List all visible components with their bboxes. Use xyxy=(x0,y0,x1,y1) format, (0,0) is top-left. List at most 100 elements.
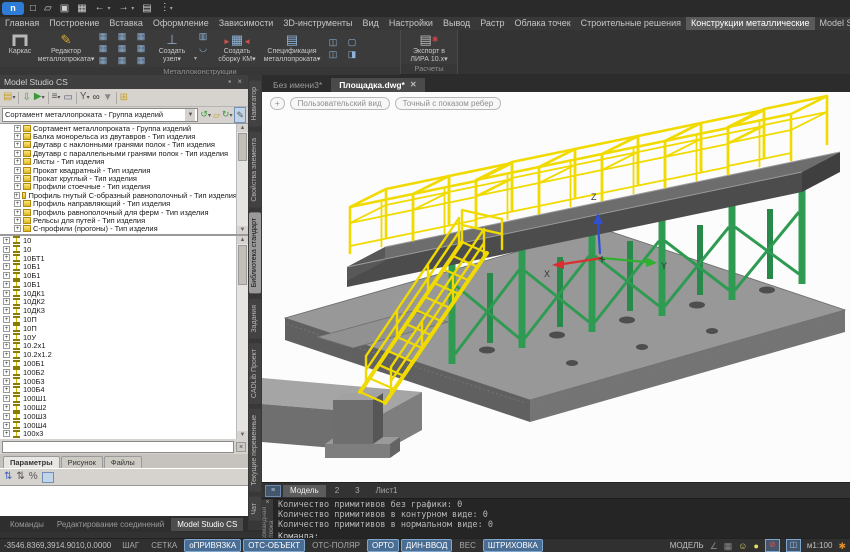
node-tool-icon[interactable]: ▥ xyxy=(194,31,212,42)
edit-mode-icon[interactable]: ✎ xyxy=(234,107,246,123)
funnel-filter-icon[interactable]: ▼ xyxy=(103,91,113,105)
side-tab[interactable]: Навигатор xyxy=(249,81,261,127)
expand-icon[interactable]: + xyxy=(14,158,21,165)
expand-icon[interactable]: + xyxy=(3,378,10,385)
ribbon-tab[interactable]: 3D-инструменты xyxy=(278,17,357,30)
profile-item[interactable]: + 10П xyxy=(0,315,237,324)
dock-tab[interactable]: Model Studio CS xyxy=(171,518,243,531)
profile-item[interactable]: + 10Б1 xyxy=(0,271,237,280)
profile-item[interactable]: + 10ДК2 xyxy=(0,298,237,307)
status-toggle[interactable]: ОТС-ОБЪЕКТ xyxy=(243,539,305,552)
beam-icon[interactable]: ▦ xyxy=(132,31,150,42)
panel-tab[interactable]: Рисунок xyxy=(61,456,103,468)
profile-item[interactable]: + 10П xyxy=(0,324,237,333)
expand-icon[interactable]: + xyxy=(3,254,10,261)
tree-item[interactable]: + С-профили (прогоны) - Тип изделия xyxy=(0,225,237,233)
profile-item[interactable]: + 10Б1 xyxy=(0,280,237,289)
pan-hand-icon[interactable]: ✱ xyxy=(838,540,846,552)
side-tab[interactable]: CADLib Проект xyxy=(249,343,261,404)
expand-icon[interactable]: + xyxy=(14,167,21,174)
expand-icon[interactable]: + xyxy=(3,422,10,429)
beam-icon[interactable]: ▦ xyxy=(113,43,131,54)
profile-item[interactable]: + 100Б4 xyxy=(0,386,237,395)
visual-style-control[interactable]: Точный с показом ребер xyxy=(395,97,502,110)
profile-item[interactable]: + 100х3 xyxy=(0,430,237,439)
ribbon-tab[interactable]: Главная xyxy=(0,17,44,30)
expand-icon[interactable]: + xyxy=(3,395,10,402)
ribbon-tab[interactable]: Вид xyxy=(358,17,384,30)
save-file-icon[interactable]: ▣ xyxy=(58,2,71,15)
side-tab[interactable]: Библиотека стандарт xyxy=(249,212,261,293)
close-icon[interactable]: × xyxy=(265,499,269,506)
ribbon-tab[interactable]: Оформление xyxy=(148,17,214,30)
metal-spec-button[interactable]: ▤ Спецификация металлопроката▾ xyxy=(262,31,322,66)
beam-icon[interactable]: ▦ xyxy=(94,31,112,42)
profile-item[interactable]: + 10Б1 xyxy=(0,262,237,271)
expand-icon[interactable]: + xyxy=(3,404,10,411)
viewport-expand-control[interactable]: + xyxy=(270,97,285,110)
monitor-icon[interactable]: ▦ xyxy=(724,540,733,552)
expand-icon[interactable]: + xyxy=(14,125,21,132)
model-space-label[interactable]: МОДЕЛЬ xyxy=(670,541,704,550)
expand-icon[interactable]: + xyxy=(3,413,10,420)
beam-icon[interactable]: ▦ xyxy=(94,43,112,54)
panel-tab[interactable]: Файлы xyxy=(104,456,142,468)
layout-tab[interactable]: Модель xyxy=(283,485,326,497)
beam-icon[interactable]: ▦ xyxy=(132,55,150,66)
expand-icon[interactable]: + xyxy=(14,200,21,207)
lightbulb-icon[interactable]: ● xyxy=(753,540,758,552)
expand-icon[interactable]: + xyxy=(3,263,10,270)
beam-icon[interactable]: ▦ xyxy=(132,43,150,54)
app-logo-icon[interactable]: n xyxy=(2,2,24,15)
frame-view-icon[interactable]: ◫ xyxy=(324,37,342,48)
expand-icon[interactable]: + xyxy=(3,298,10,305)
dock-tab[interactable]: Редактирование соединений xyxy=(51,518,170,531)
profile-item[interactable]: + 10 xyxy=(0,236,237,245)
side-tab[interactable]: Задания xyxy=(249,299,261,339)
pin-icon[interactable]: ▪ xyxy=(228,77,233,86)
scroll-down-icon[interactable]: ▼ xyxy=(237,226,248,234)
layout-tab[interactable]: 3 xyxy=(348,485,366,497)
profile-item[interactable]: + 10ДК1 xyxy=(0,289,237,298)
expand-icon[interactable]: + xyxy=(14,133,21,140)
ribbon-tab[interactable]: Конструкции металлические xyxy=(686,17,815,30)
workspace-icon[interactable]: ∠ xyxy=(710,540,718,552)
profile-item[interactable]: + 10 xyxy=(0,245,237,254)
expand-icon[interactable]: + xyxy=(3,316,10,323)
dock-tab[interactable]: Команды xyxy=(4,518,50,531)
layout-tab[interactable]: 2 xyxy=(328,485,346,497)
profile-item[interactable]: + 10БТ1 xyxy=(0,254,237,263)
beam-icon[interactable]: ▦ xyxy=(113,31,131,42)
profile-item[interactable]: + 100Ш1 xyxy=(0,394,237,403)
scale-indicator[interactable]: м1:100 xyxy=(807,541,833,550)
ribbon-tab[interactable]: Строительные решения xyxy=(576,17,686,30)
redo-icon[interactable]: → ▾ xyxy=(116,1,136,16)
profile-item[interactable]: + 10У xyxy=(0,333,237,342)
expand-icon[interactable]: + xyxy=(14,150,21,157)
refresh-icon[interactable]: ↻▾ xyxy=(222,107,233,123)
status-toggle[interactable]: ШАГ xyxy=(117,539,144,552)
expand-icon[interactable]: + xyxy=(14,175,21,182)
status-toggle[interactable]: ШТРИХОВКА xyxy=(483,539,543,552)
sort-alpha-icon[interactable]: ⇅ xyxy=(16,470,24,484)
layout-tab[interactable]: Лист1 xyxy=(369,485,405,497)
ribbon-tab[interactable]: Облака точек xyxy=(510,17,576,30)
run-icon[interactable]: ▶▾ xyxy=(34,90,45,105)
open-file-icon[interactable]: ▱ xyxy=(42,2,54,15)
back-icon[interactable]: ↺▾ xyxy=(200,107,211,123)
import-icon[interactable]: ⇩ xyxy=(22,91,30,105)
ribbon-tab[interactable]: Настройки xyxy=(384,17,438,30)
lira-export-button[interactable]: ▤✱ Экспорт в ЛИРА 10.x▾ xyxy=(403,31,455,63)
expand-icon[interactable]: + xyxy=(3,290,10,297)
panel-tab[interactable]: Параметры xyxy=(3,456,60,468)
beam-icon[interactable]: ▦ xyxy=(113,55,131,66)
scroll-up-icon[interactable]: ▲ xyxy=(237,236,248,244)
profile-item[interactable]: + 100Ш2 xyxy=(0,403,237,412)
save-as-icon[interactable]: ▦ xyxy=(75,2,88,15)
expand-icon[interactable]: + xyxy=(14,141,21,148)
user-icon[interactable]: ☺ xyxy=(738,540,747,552)
document-tab-active[interactable]: Площадка.dwg* ✕ xyxy=(331,78,424,92)
profile-item[interactable]: + 100Б2 xyxy=(0,368,237,377)
expand-icon[interactable]: + xyxy=(14,192,20,199)
node-tool-icon[interactable]: ◡ xyxy=(194,43,212,54)
